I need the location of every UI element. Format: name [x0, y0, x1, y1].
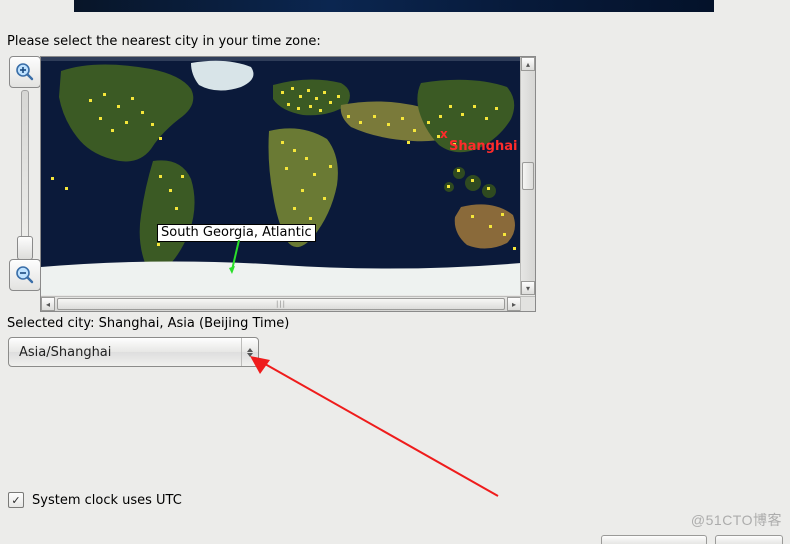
map-horizontal-scrollbar[interactable]: ◂ ||| ▸: [41, 296, 521, 311]
footer-button-left[interactable]: [601, 535, 707, 544]
scroll-down-button[interactable]: ▾: [521, 281, 535, 295]
scrollbar-corner: [520, 296, 535, 311]
vertical-scroll-thumb[interactable]: [522, 162, 534, 190]
updown-icon: [241, 338, 258, 366]
zoom-controls: [9, 56, 39, 291]
zoom-in-icon: [15, 62, 35, 82]
header-banner: [74, 0, 714, 12]
scroll-up-button[interactable]: ▴: [521, 57, 535, 71]
zoom-out-button[interactable]: [9, 259, 41, 291]
utc-checkbox[interactable]: ✓: [8, 492, 24, 508]
footer-button-right[interactable]: [715, 535, 783, 544]
scroll-left-button[interactable]: ◂: [41, 297, 55, 311]
map-vertical-scrollbar[interactable]: ▴ ▾: [520, 57, 535, 295]
utc-checkbox-label: System clock uses UTC: [32, 493, 182, 508]
annotation-arrow: [248, 354, 508, 504]
zoom-in-button[interactable]: [9, 56, 41, 88]
timezone-prompt: Please select the nearest city in your t…: [7, 34, 321, 49]
world-map-frame: x Shanghai South Georgia, Atlantic ▴ ▾ ◂…: [40, 56, 536, 312]
selected-city-label: Selected city: Shanghai, Asia (Beijing T…: [7, 316, 289, 331]
zoom-slider-track[interactable]: [21, 90, 29, 259]
world-map[interactable]: x Shanghai South Georgia, Atlantic: [41, 57, 521, 295]
zoom-out-icon: [15, 265, 35, 285]
timezone-select[interactable]: Asia/Shanghai: [8, 337, 259, 367]
timezone-select-value: Asia/Shanghai: [9, 345, 241, 360]
watermark: @51CTO博客: [691, 510, 782, 530]
utc-row: ✓ System clock uses UTC: [8, 492, 182, 508]
world-map-graphic: [41, 57, 521, 295]
zoom-slider-handle[interactable]: [17, 236, 33, 260]
scroll-right-button[interactable]: ▸: [507, 297, 521, 311]
horizontal-scroll-thumb[interactable]: |||: [57, 298, 505, 310]
